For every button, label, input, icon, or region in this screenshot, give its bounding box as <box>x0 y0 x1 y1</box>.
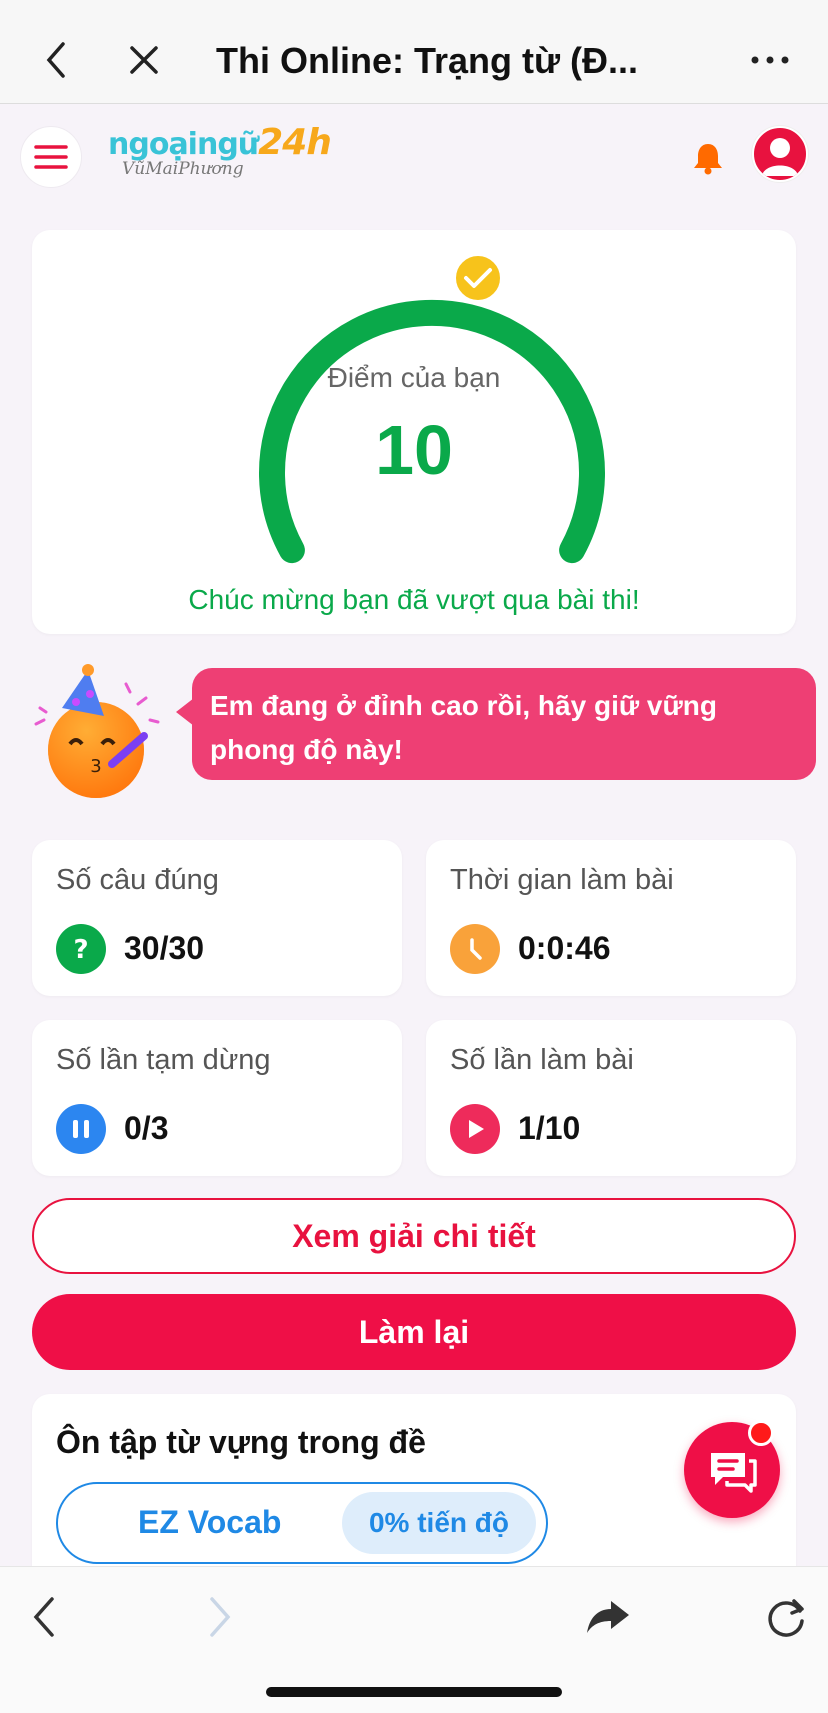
pause-icon <box>56 1104 106 1154</box>
check-badge-icon <box>452 252 504 304</box>
share-icon[interactable] <box>578 1587 638 1647</box>
svg-text:3: 3 <box>90 756 101 777</box>
vocab-review-card: Ôn tập từ vựng trong đề EZ Vocab 0% tiến… <box>32 1394 796 1594</box>
stat-label: Số câu đúng <box>56 864 219 896</box>
stat-time-taken: Thời gian làm bài 0:0:46 <box>426 840 796 996</box>
clock-icon <box>450 924 500 974</box>
encouragement-bubble: Em đang ở đỉnh cao rồi, hãy giữ vững pho… <box>176 668 816 780</box>
party-face-icon: 3 <box>26 664 166 804</box>
browser-top-bar: Thi Online: Trạng từ (Đ... <box>0 0 828 104</box>
score-card: Điểm của bạn 10 Chúc mừng bạn đã vượt qu… <box>32 230 796 634</box>
stat-attempt-count: Số lần làm bài 1/10 <box>426 1020 796 1176</box>
vocab-title: Ôn tập từ vựng trong đề <box>56 1424 426 1460</box>
close-icon[interactable] <box>114 30 174 90</box>
browser-bottom-bar <box>0 1566 828 1713</box>
chat-icon <box>711 1453 757 1493</box>
vocab-progress-badge: 0% tiến độ <box>342 1492 536 1554</box>
score-label: Điểm của bạn <box>327 362 501 393</box>
vocab-name: EZ Vocab <box>138 1504 282 1540</box>
stat-correct-answers: Số câu đúng ? 30/30 <box>32 840 402 996</box>
page-title: Thi Online: Trạng từ (Đ... <box>216 40 636 81</box>
bell-icon[interactable] <box>690 140 726 176</box>
back-arrow-icon[interactable] <box>14 1587 74 1647</box>
stat-value: 0:0:46 <box>518 930 611 966</box>
stat-value: 30/30 <box>124 930 205 966</box>
avatar[interactable] <box>752 126 808 182</box>
notification-dot <box>748 1420 774 1446</box>
retry-button[interactable]: Làm lại <box>32 1294 796 1370</box>
score-value: 10 <box>375 411 453 489</box>
stat-value: 1/10 <box>518 1110 581 1146</box>
logo-number-text: 24h <box>258 122 332 163</box>
logo-main-text: ngoạingữ <box>108 127 259 162</box>
ez-vocab-button[interactable]: EZ Vocab 0% tiến độ <box>56 1482 548 1564</box>
forward-arrow-icon[interactable] <box>190 1587 250 1647</box>
stat-label: Số lần tạm dừng <box>56 1044 271 1076</box>
congrats-message: Chúc mừng bạn đã vượt qua bài thi! <box>188 584 640 615</box>
chevron-left-icon[interactable] <box>26 30 86 90</box>
chat-button[interactable] <box>684 1420 780 1518</box>
app-header: ngoạingữ24h VũMaiPhương <box>0 104 828 224</box>
hamburger-menu-icon[interactable] <box>20 126 82 188</box>
svg-text:?: ? <box>73 935 88 964</box>
stat-label: Số lần làm bài <box>450 1044 634 1076</box>
play-icon <box>450 1104 500 1154</box>
home-indicator <box>266 1687 562 1697</box>
more-icon[interactable] <box>740 30 800 90</box>
stat-label: Thời gian làm bài <box>450 864 674 896</box>
reload-icon[interactable] <box>756 1587 816 1647</box>
view-detail-button[interactable]: Xem giải chi tiết <box>32 1198 796 1274</box>
stat-value: 0/3 <box>124 1110 169 1146</box>
stat-pause-count: Số lần tạm dừng 0/3 <box>32 1020 402 1176</box>
question-icon: ? <box>56 924 106 974</box>
logo[interactable]: ngoạingữ24h VũMaiPhương <box>108 122 332 192</box>
